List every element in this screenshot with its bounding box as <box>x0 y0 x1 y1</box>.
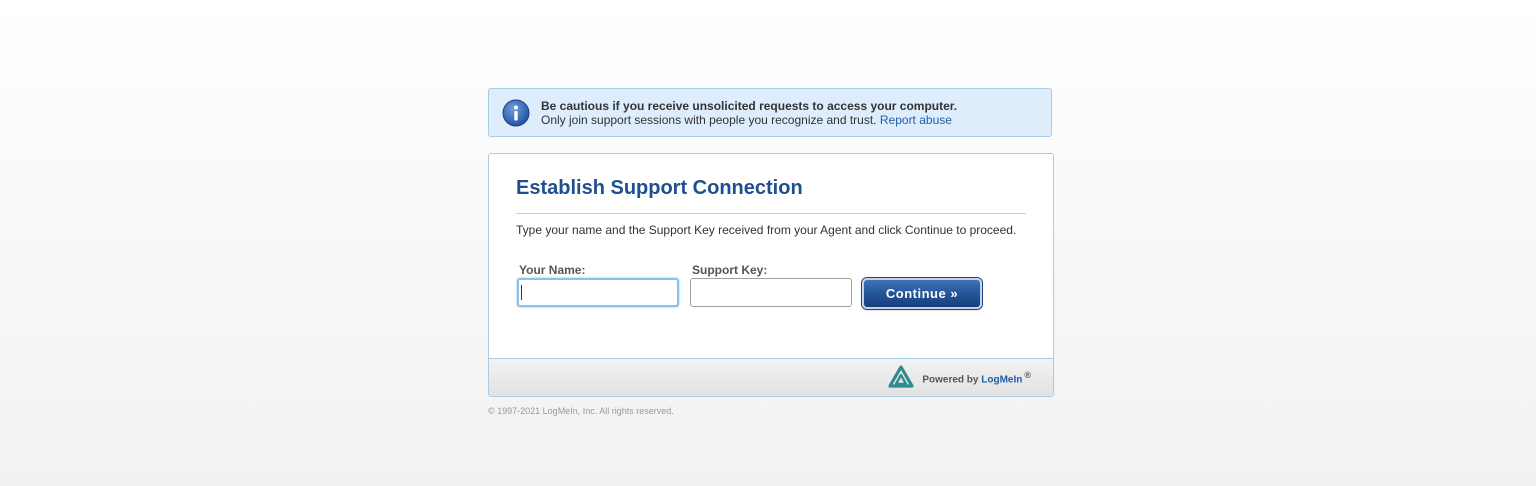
title-divider <box>516 213 1026 214</box>
support-key-label: Support Key: <box>692 263 768 277</box>
security-notice: Be cautious if you receive unsolicited r… <box>488 88 1052 137</box>
powered-by-text: Powered by <box>922 374 979 386</box>
continue-button[interactable]: Continue » <box>862 278 982 309</box>
brand-name: LogMeIn <box>981 374 1023 386</box>
page-title: Establish Support Connection <box>516 177 803 199</box>
name-input[interactable] <box>517 278 679 307</box>
report-abuse-link[interactable]: Report abuse <box>880 113 952 127</box>
support-connection-panel: Establish Support Connection Type your n… <box>488 153 1054 397</box>
support-key-input[interactable] <box>690 278 852 307</box>
notice-body: Only join support sessions with people y… <box>541 113 952 127</box>
notice-title: Be cautious if you receive unsolicited r… <box>541 99 958 113</box>
registered-mark: ® <box>1024 370 1031 380</box>
powered-by: Powered by LogMeIn ® <box>922 370 1031 385</box>
name-label: Your Name: <box>519 263 586 277</box>
copyright-text: © 1997-2021 LogMeIn, Inc. All rights res… <box>488 406 674 416</box>
info-icon <box>502 99 530 127</box>
instructions-text: Type your name and the Support Key recei… <box>516 223 1017 237</box>
text-caret <box>521 285 522 300</box>
notice-body-text: Only join support sessions with people y… <box>541 113 877 127</box>
logmein-logo-icon <box>888 365 914 388</box>
panel-footer: Powered by LogMeIn ® <box>489 358 1053 396</box>
notice-text: Be cautious if you receive unsolicited r… <box>541 99 957 127</box>
